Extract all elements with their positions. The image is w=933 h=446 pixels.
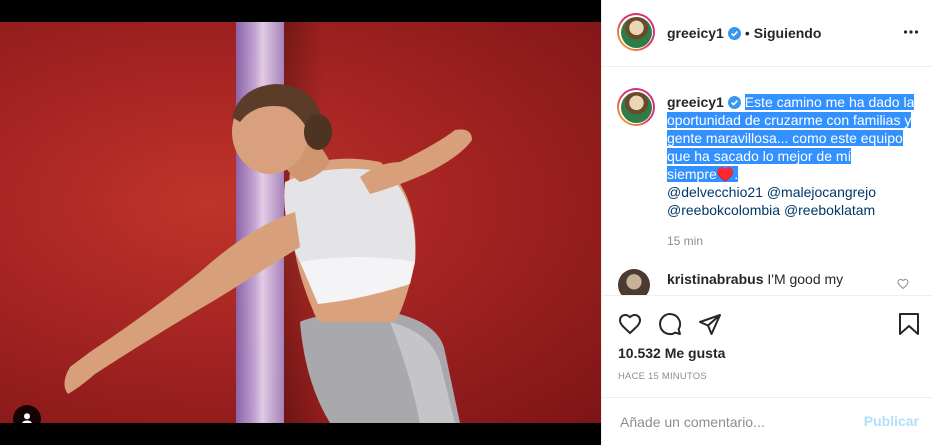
- post-actions-bar: [602, 295, 933, 350]
- mention-link[interactable]: @reeboklatam: [784, 202, 875, 218]
- heart-icon[interactable]: [618, 312, 642, 336]
- post-caption: greeicy1 Este camino me ha dado la oport…: [667, 93, 917, 219]
- caption-username[interactable]: greeicy1: [667, 94, 724, 110]
- post-header: greeicy1 • Siguiendo: [602, 0, 933, 67]
- verified-badge-icon: [727, 27, 741, 40]
- like-comment-heart-icon[interactable]: [897, 278, 909, 290]
- add-comment-section: Publicar: [602, 397, 933, 446]
- user-icon: [22, 413, 32, 423]
- verified-badge-icon: [727, 96, 741, 109]
- mention-link[interactable]: @reebokcolombia: [667, 202, 780, 218]
- following-button[interactable]: Siguiendo: [754, 25, 822, 41]
- publish-button[interactable]: Publicar: [864, 413, 919, 429]
- bookmark-icon[interactable]: [898, 312, 920, 336]
- comment-item: kristinabrabus I'M good my: [667, 271, 843, 287]
- mention-link[interactable]: @malejocangrejo: [767, 184, 876, 200]
- post-side-panel: greeicy1 • Siguiendo greeicy1 Este camino …: [602, 0, 933, 445]
- comments-list[interactable]: greeicy1 Este camino me ha dado la oport…: [602, 67, 933, 295]
- likes-count[interactable]: 10.532 Me gusta: [618, 345, 725, 361]
- commenter-avatar[interactable]: [618, 269, 650, 295]
- more-horizontal-icon[interactable]: [903, 24, 919, 40]
- comment-text: I'M good my: [767, 271, 844, 287]
- comment-input[interactable]: [618, 411, 852, 433]
- author-avatar[interactable]: [617, 13, 655, 51]
- post-photo[interactable]: [0, 22, 601, 423]
- post-timestamp[interactable]: HACE 15 MINUTOS: [618, 371, 707, 382]
- comment-icon[interactable]: [658, 312, 682, 336]
- post-media: [0, 0, 601, 445]
- caption-author-avatar[interactable]: [617, 88, 655, 126]
- commenter-username[interactable]: kristinabrabus: [667, 271, 763, 287]
- author-username[interactable]: greeicy1: [667, 25, 724, 41]
- mention-link[interactable]: @delvecchio21: [667, 184, 763, 200]
- share-icon[interactable]: [698, 312, 722, 336]
- caption-timestamp[interactable]: 15 min: [667, 234, 703, 248]
- separator-dot: •: [744, 25, 750, 41]
- photo-subject: [64, 84, 472, 423]
